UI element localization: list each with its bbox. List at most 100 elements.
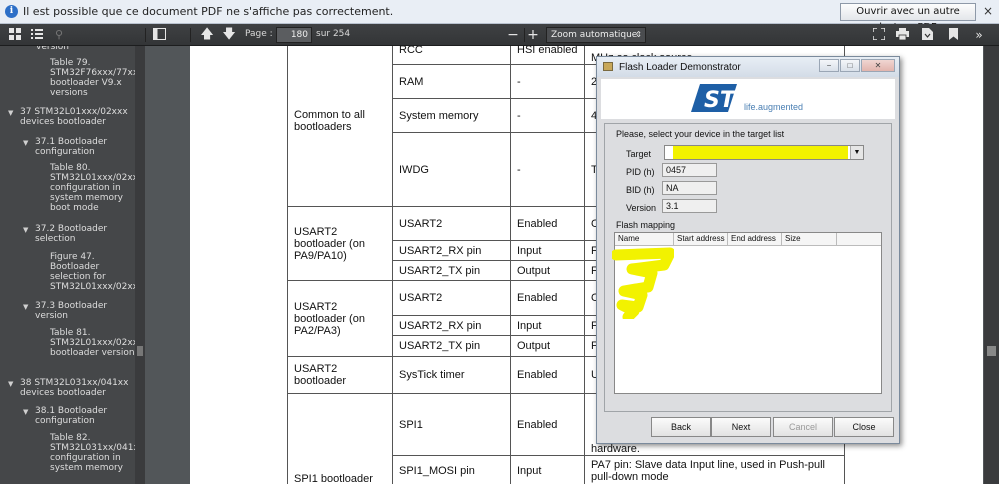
download-icon[interactable] — [920, 28, 934, 42]
expand-triangle-icon[interactable]: ▼ — [8, 108, 13, 118]
next-button[interactable]: Next — [711, 417, 771, 437]
flash-mapping-label: Flash mapping — [616, 220, 676, 230]
outline-item[interactable]: ▼ 37.2 Bootloader selection — [23, 224, 133, 244]
outline-sidebar: version Table 79. STM32F76xxx/77xxx boot… — [0, 46, 145, 484]
dialog-titlebar[interactable]: Flash Loader Demonstrator − □ ✕ — [597, 57, 899, 77]
bookmark-icon[interactable] — [946, 28, 960, 42]
cancel-button[interactable]: Cancel — [773, 417, 833, 437]
maximize-button[interactable]: □ — [840, 59, 860, 72]
prev-page-icon[interactable]: 🡅 — [200, 28, 214, 42]
outline-item[interactable]: Figure 47. Bootloader selection for STM3… — [50, 252, 143, 292]
target-label: Target — [626, 149, 652, 159]
zoom-select-value: Zoom automatique — [551, 30, 638, 40]
toolbar-separator — [524, 28, 525, 42]
document-scrollbar[interactable] — [984, 46, 999, 484]
table-cell: SPI1 — [392, 393, 511, 456]
scrollbar-thumb[interactable] — [987, 346, 996, 356]
back-button[interactable]: Back — [651, 417, 711, 437]
table-cell: - — [510, 98, 585, 133]
column-header-size[interactable]: Size — [782, 233, 837, 246]
pid-field: 0457 — [662, 163, 717, 177]
table-cell: RCC — [392, 46, 511, 65]
outline-item-label: 38 STM32L031xx/041xx devices bootloader — [20, 378, 129, 398]
outline-item[interactable]: Table 80. STM32L01xxx/02xxx configuratio… — [50, 163, 143, 213]
scrollbar-thumb[interactable] — [137, 346, 143, 356]
table-cell: Enabled — [510, 393, 585, 456]
table-cell: Input — [510, 315, 585, 336]
table-cell: USART2 bootloader — [287, 356, 393, 394]
sidebar-scrollbar[interactable] — [135, 46, 145, 484]
table-cell: Output — [510, 260, 585, 281]
open-other-reader-button[interactable]: Ouvrir avec un autre lecteur PDF — [840, 3, 976, 33]
outline-item-label: 37.2 Bootloader selection — [35, 224, 108, 244]
expand-triangle-icon[interactable]: ▼ — [23, 225, 28, 235]
next-page-icon[interactable]: 🡇 — [222, 28, 236, 42]
table-cell: SPI1 bootloader — [287, 393, 393, 484]
table-cell: - — [510, 132, 585, 207]
redaction-highlight — [673, 146, 848, 159]
column-header-start-address[interactable]: Start address — [674, 233, 728, 246]
zoom-in-icon[interactable]: + — [526, 28, 540, 42]
target-dropdown[interactable]: ▼ — [664, 145, 864, 160]
st-logo-icon: ST — [691, 84, 737, 113]
page-total: sur 254 — [316, 29, 351, 39]
svg-text:ST: ST — [704, 88, 737, 113]
table-cell: HSI enabled — [510, 46, 585, 65]
table-cell: USART2_RX pin — [392, 240, 511, 261]
table-cell: Enabled — [510, 206, 585, 241]
table-cell: Output — [510, 335, 585, 357]
flash-loader-dialog: Flash Loader Demonstrator − □ ✕ ST life.… — [596, 56, 900, 444]
instruction-text: Please, select your device in the target… — [616, 129, 785, 139]
zoom-out-icon[interactable]: − — [506, 28, 520, 42]
app-icon — [603, 62, 613, 71]
zoom-select[interactable]: Zoom automatique ⇕ — [546, 27, 646, 43]
table-cell: USART2_TX pin — [392, 260, 511, 281]
print-icon[interactable] — [895, 28, 909, 42]
info-icon: i — [5, 5, 18, 18]
close-button[interactable]: Close — [834, 417, 894, 437]
table-cell: USART2 — [392, 206, 511, 241]
pid-label: PID (h) — [626, 167, 655, 177]
attachments-icon[interactable]: ⚲ — [52, 28, 66, 42]
outline-item[interactable]: ▼ 37 STM32L01xxx/02xxx devices bootloader — [8, 107, 132, 127]
sidebar-toggle-icon[interactable] — [152, 28, 166, 42]
thumbnails-icon[interactable] — [8, 28, 22, 42]
table-cell: USART2_RX pin — [392, 315, 511, 336]
outline-item-label: 37.1 Bootloader configuration — [35, 137, 108, 157]
close-window-button[interactable]: ✕ — [861, 59, 895, 72]
outline-item[interactable]: ▼ 38 STM32L031xx/041xx devices bootloader — [8, 378, 132, 398]
flash-list-header: Name Start address End address Size — [615, 233, 881, 246]
st-logo-banner: ST life.augmented — [601, 79, 895, 119]
outline-item[interactable]: ▼ 37.1 Bootloader configuration — [23, 137, 133, 157]
table-cell: Enabled — [510, 356, 585, 394]
chevron-down-icon[interactable]: ▼ — [850, 146, 863, 159]
dialog-title: Flash Loader Demonstrator — [619, 62, 741, 73]
table-cell: PA7 pin: Slave data Input line, used in … — [584, 455, 845, 484]
page-label: Page : — [245, 29, 273, 39]
minimize-button[interactable]: − — [819, 59, 839, 72]
outline-item[interactable]: ▼ 37.3 Bootloader version — [23, 301, 133, 321]
column-header-end-address[interactable]: End address — [728, 233, 782, 246]
outline-item[interactable]: Table 79. STM32F76xxx/77xxx bootloader V… — [50, 58, 144, 98]
outline-item-label: 38.1 Bootloader configuration — [35, 406, 108, 426]
expand-triangle-icon[interactable]: ▼ — [23, 407, 28, 417]
column-header-name[interactable]: Name — [615, 233, 674, 246]
notification-message: Il est possible que ce document PDF ne s… — [23, 5, 394, 18]
outline-item[interactable]: Table 81. STM32L01xxx/02xxx bootloader v… — [50, 328, 143, 358]
fullscreen-icon[interactable] — [872, 27, 886, 42]
outline-item[interactable]: Table 82. STM32L031xx/041xx configuratio… — [50, 433, 144, 473]
expand-triangle-icon[interactable]: ▼ — [8, 379, 13, 389]
tools-icon[interactable]: » — [972, 28, 986, 42]
toolbar-separator — [145, 28, 146, 42]
expand-triangle-icon[interactable]: ▼ — [23, 138, 28, 148]
close-notification-icon[interactable]: × — [983, 4, 993, 18]
page-number-input[interactable]: 180 — [276, 27, 312, 43]
outline-icon[interactable] — [30, 28, 44, 42]
expand-triangle-icon[interactable]: ▼ — [23, 302, 28, 312]
outline-item[interactable]: ▼ 38.1 Bootloader configuration — [23, 406, 133, 426]
outline-item-label: 37 STM32L01xxx/02xxx devices bootloader — [20, 107, 128, 127]
chevron-updown-icon: ⇕ — [635, 30, 642, 39]
pdf-toolbar: ⚲ 🡅 🡇 Page : 180 sur 254 − + Zoom automa… — [0, 24, 999, 46]
outline-item-label: 37.3 Bootloader version — [35, 301, 108, 321]
outline-item[interactable]: version — [36, 46, 132, 52]
